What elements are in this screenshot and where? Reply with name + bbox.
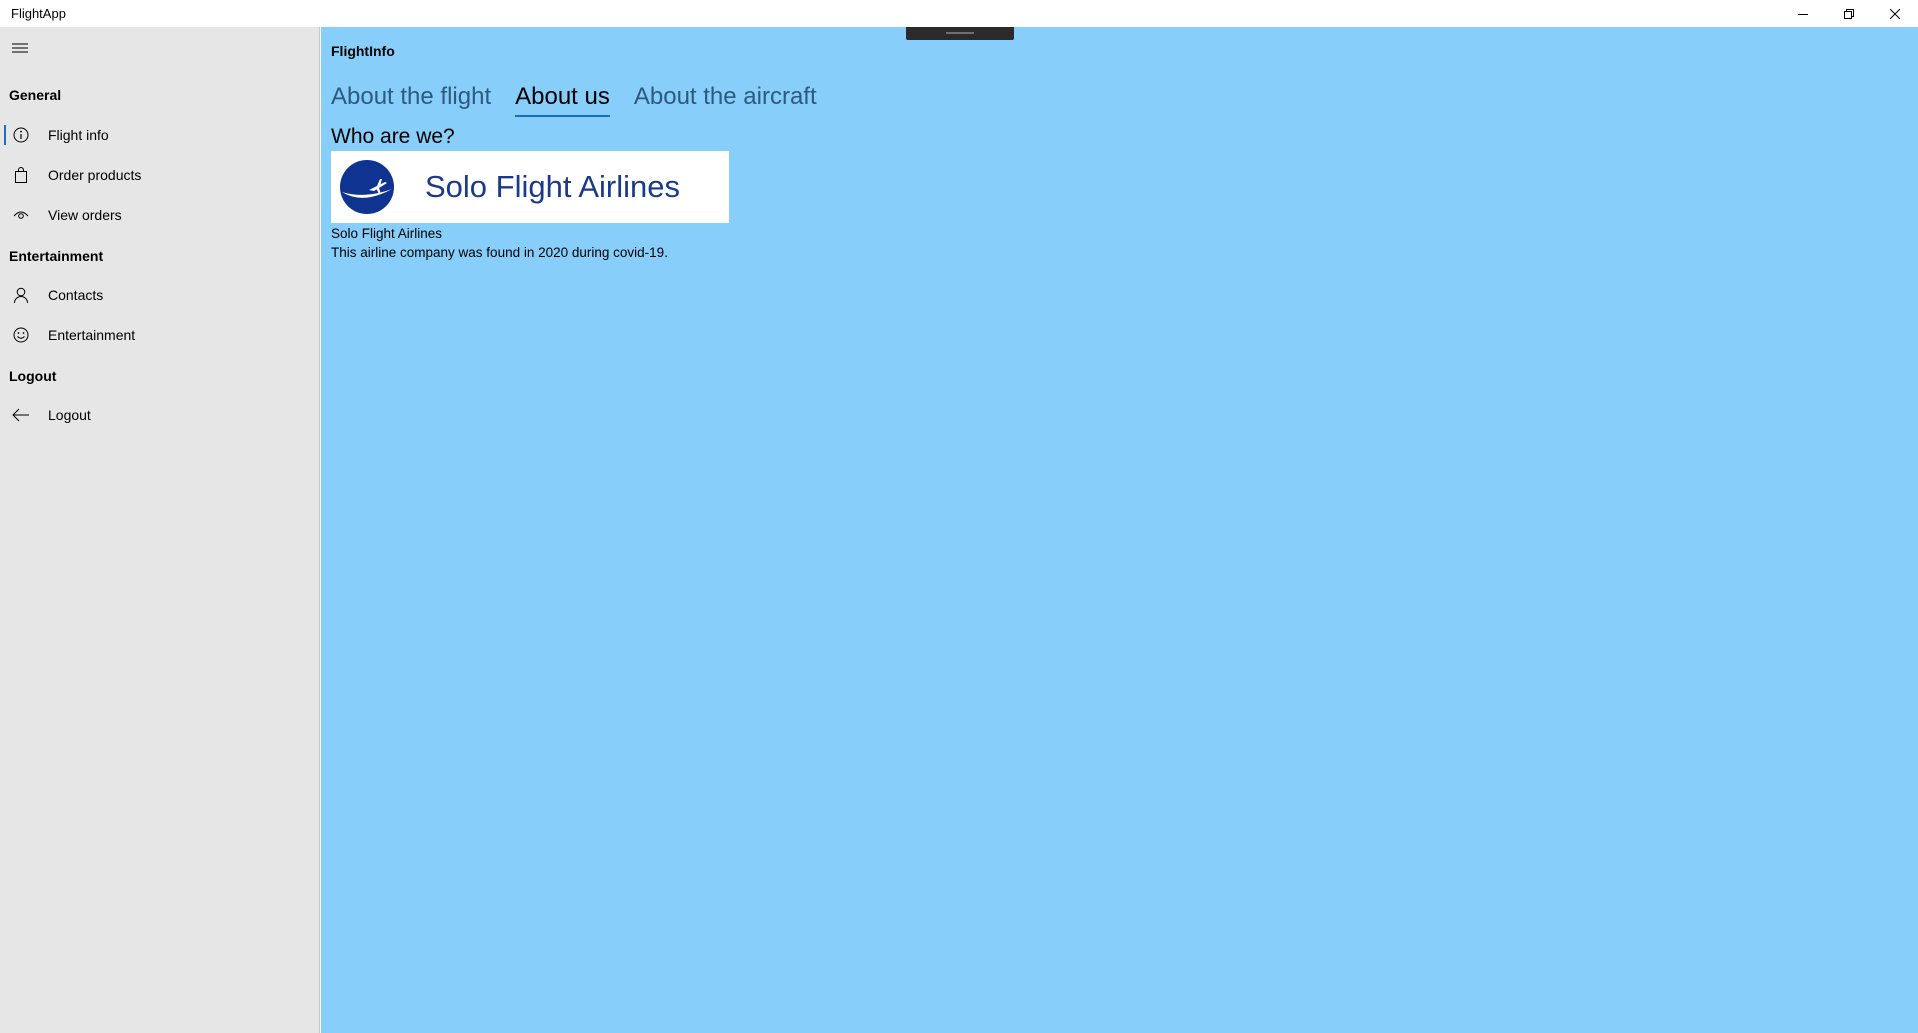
tab-about-the-flight[interactable]: About the flight bbox=[331, 83, 491, 117]
nav-item-order-products[interactable]: Order products bbox=[0, 156, 319, 194]
nav-item-contacts[interactable]: Contacts bbox=[0, 276, 319, 314]
nav-label: Logout bbox=[48, 407, 91, 423]
back-arrow-icon bbox=[12, 406, 30, 424]
tab-about-the-aircraft[interactable]: About the aircraft bbox=[634, 83, 817, 117]
company-description: This airline company was found in 2020 d… bbox=[331, 245, 668, 260]
nav-label: Flight info bbox=[48, 127, 109, 143]
nav-label: Order products bbox=[48, 167, 142, 183]
company-logo: Solo Flight Airlines bbox=[331, 151, 729, 223]
nav-item-flight-info[interactable]: Flight info bbox=[0, 116, 319, 154]
close-icon bbox=[1890, 8, 1900, 19]
shopping-bag-icon bbox=[12, 166, 30, 184]
nav-item-entertainment[interactable]: Entertainment bbox=[0, 316, 319, 354]
nav-header-logout: Logout bbox=[9, 368, 57, 384]
smiley-icon bbox=[12, 326, 30, 344]
airplane-globe-icon bbox=[340, 160, 394, 214]
company-name: Solo Flight Airlines bbox=[331, 226, 443, 241]
pivot-tabs: About the flight About us About the airc… bbox=[331, 83, 817, 117]
info-icon bbox=[12, 126, 30, 144]
nav-label: Contacts bbox=[48, 287, 104, 303]
restore-icon bbox=[1844, 8, 1854, 19]
minimize-icon bbox=[1798, 13, 1808, 15]
eye-icon bbox=[12, 206, 30, 224]
navigation-pane: General Flight info Order products View … bbox=[0, 27, 320, 1033]
window-title: FlightApp bbox=[11, 6, 66, 21]
nav-header-entertainment: Entertainment bbox=[9, 248, 104, 264]
restore-button[interactable] bbox=[1826, 0, 1872, 27]
drag-handle[interactable] bbox=[906, 27, 1014, 40]
nav-label: View orders bbox=[48, 207, 122, 223]
page-title: FlightInfo bbox=[331, 43, 395, 59]
hamburger-icon bbox=[12, 43, 28, 53]
close-button[interactable] bbox=[1872, 0, 1918, 27]
minimize-button[interactable] bbox=[1780, 0, 1826, 27]
hamburger-menu-button[interactable] bbox=[8, 37, 32, 59]
section-heading: Who are we? bbox=[331, 125, 455, 148]
title-bar: FlightApp bbox=[0, 0, 1918, 27]
nav-header-general: General bbox=[9, 87, 62, 103]
content-area: FlightInfo About the flight About us Abo… bbox=[321, 27, 1918, 1033]
person-icon bbox=[12, 286, 30, 304]
nav-item-view-orders[interactable]: View orders bbox=[0, 196, 319, 234]
caption-buttons bbox=[1780, 0, 1918, 27]
nav-label: Entertainment bbox=[48, 327, 136, 343]
tab-about-us[interactable]: About us bbox=[515, 83, 610, 117]
nav-item-logout[interactable]: Logout bbox=[0, 396, 319, 434]
logo-wordmark: Solo Flight Airlines bbox=[425, 169, 681, 204]
